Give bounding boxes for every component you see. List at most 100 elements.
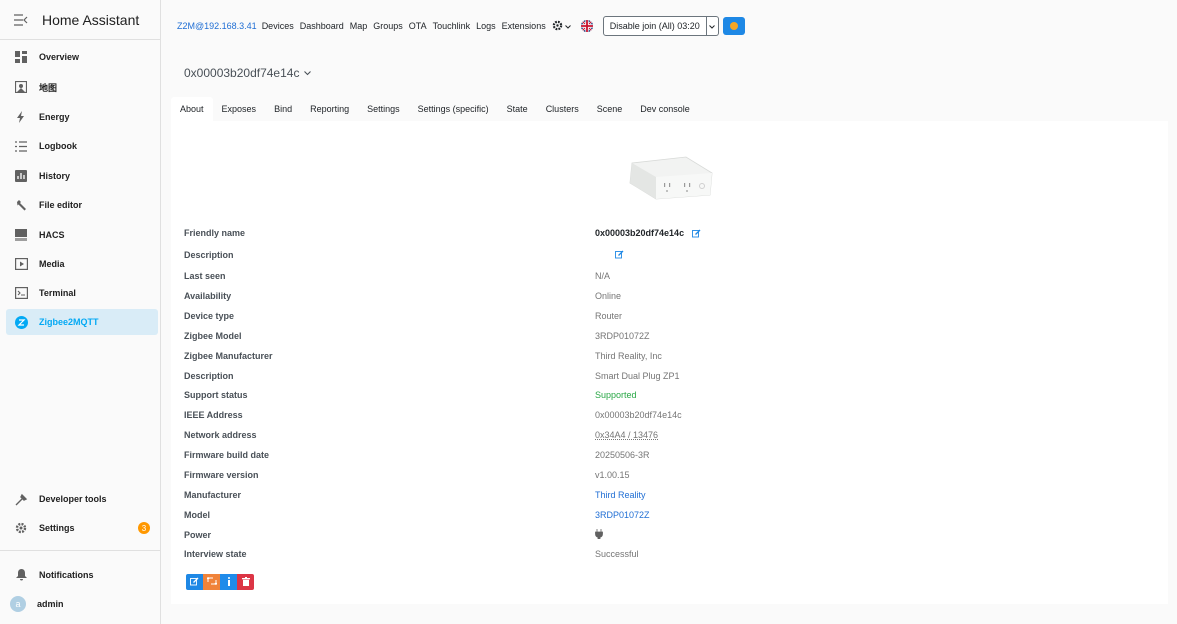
nav-touchlink[interactable]: Touchlink [433,21,471,31]
edit-icon[interactable] [692,229,701,238]
hacs-icon [14,228,28,242]
interview-button[interactable] [220,574,237,590]
retweet-icon [206,576,217,587]
tab-about[interactable]: About [171,97,213,121]
nav-extensions[interactable]: Extensions [502,21,546,31]
sidebar-item-file-editor[interactable]: File editor [6,192,158,218]
tab-reporting[interactable]: Reporting [301,97,358,121]
sidebar-item-zigbee2mqtt[interactable]: Zigbee2MQTT [6,309,158,335]
sidebar-item-label: Logbook [39,141,77,151]
tab-bind[interactable]: Bind [265,97,301,121]
sidebar-item-notifications[interactable]: Notifications [6,562,158,588]
edit-icon[interactable] [615,250,624,261]
tab-dev-console[interactable]: Dev console [631,97,699,121]
network-address-value: 0x34A4 / 13476 [595,430,659,440]
sidebar-item-history[interactable]: History [6,163,158,189]
tab-state[interactable]: State [498,97,537,121]
nav-devices[interactable]: Devices [262,21,294,31]
join-dropdown-toggle[interactable] [706,16,719,36]
row-label: Zigbee Manufacturer [184,351,273,361]
support-status-value: Supported [595,390,637,400]
model-link[interactable]: 3RDP01072Z [595,508,650,522]
device-image [626,153,716,201]
settings-dropdown[interactable] [552,20,571,33]
nav-dashboard[interactable]: Dashboard [300,21,344,31]
row-label: Model [184,510,210,520]
settings-badge: 3 [138,522,150,534]
row-label: Interview state [184,549,247,559]
last-seen-value: N/A [595,271,611,281]
row-label: Availability [184,291,232,301]
z2m-navbar: Z2M@192.168.3.41 Devices Dashboard Map G… [171,14,745,38]
firmware-build-date-value: 20250506-3R [595,450,650,460]
sidebar-item-energy[interactable]: Energy [6,104,158,130]
disable-join-button[interactable]: Disable join (All) 03:20 [602,16,707,36]
row-label: Firmware build date [184,450,270,460]
hammer-icon [14,492,28,506]
sidebar-item-developer-tools[interactable]: Developer tools [6,486,158,512]
tab-clusters[interactable]: Clusters [537,97,588,121]
tab-exposes[interactable]: Exposes [213,97,266,121]
gear-icon [552,20,563,33]
device-title: 0x00003b20df74e14c [184,66,300,80]
nav-logs[interactable]: Logs [476,21,496,31]
z2m-brand-link[interactable]: Z2M@192.168.3.41 [177,21,257,31]
row-label: Description [184,250,234,260]
avatar: a [10,596,26,612]
device-action-buttons [186,574,254,590]
gear-icon [14,521,28,535]
availability-value: Online [595,291,622,301]
sidebar-item-label: Notifications [39,570,94,580]
rename-button[interactable] [186,574,203,590]
row-label: Zigbee Model [184,331,242,341]
sidebar-item-logbook[interactable]: Logbook [6,133,158,159]
bell-icon [14,568,28,582]
row-label: Firmware version [184,470,259,480]
interview-state-value: Successful [595,549,639,559]
friendly-name-text: 0x00003b20df74e14c [595,228,685,238]
sidebar-item-map[interactable]: 地图 [6,74,158,100]
sidebar-item-overview[interactable]: Overview [6,44,158,70]
sidebar-item-label: admin [37,599,64,609]
wrench-icon [14,198,28,212]
sidebar-item-user[interactable]: a admin [6,591,158,617]
sidebar-item-label: Settings [39,523,75,533]
theme-toggle-button[interactable] [722,17,745,35]
description-value: Smart Dual Plug ZP1 [595,371,680,381]
sidebar-item-settings[interactable]: Settings 3 [6,515,158,541]
chevron-down-icon [304,69,312,78]
sidebar-item-terminal[interactable]: Terminal [6,280,158,306]
sidebar-item-label: Terminal [39,288,76,298]
sidebar-item-hacs[interactable]: HACS [6,222,158,248]
row-label: Support status [184,390,248,400]
reconfigure-button[interactable] [203,574,220,590]
row-label: Friendly name [184,228,246,238]
remove-button[interactable] [237,574,254,590]
row-label: Network address [184,430,257,440]
tab-settings[interactable]: Settings [358,97,409,121]
tab-scene[interactable]: Scene [588,97,632,121]
info-icon [227,576,231,588]
sidebar-item-label: 地图 [39,82,58,93]
ieee-address-value: 0x00003b20df74e14c [595,410,682,420]
tab-settings-specific[interactable]: Settings (specific) [409,97,498,121]
zigbee-icon [14,315,28,329]
sidebar-item-media[interactable]: Media [6,251,158,277]
nav-map[interactable]: Map [350,21,368,31]
row-label: Description [184,371,234,381]
sidebar: Home Assistant Overview 地图 Energy Logboo… [0,0,161,624]
manufacturer-link[interactable]: Third Reality [595,488,646,502]
device-selector[interactable]: 0x00003b20df74e14c [184,66,312,80]
nav-ota[interactable]: OTA [409,21,427,31]
sidebar-item-label: Overview [39,52,80,62]
sidebar-header: Home Assistant [0,0,160,40]
nav-groups[interactable]: Groups [373,21,403,31]
uk-flag-icon[interactable] [580,20,593,32]
description-edit[interactable] [615,248,624,262]
menu-collapse-icon[interactable] [14,13,30,27]
row-label: Last seen [184,271,226,281]
firmware-version-value: v1.00.15 [595,470,630,480]
chart-icon [14,169,28,183]
device-about-card: Friendly name 0x00003b20df74e14c Descrip… [171,121,1168,604]
lightning-icon [14,110,28,124]
